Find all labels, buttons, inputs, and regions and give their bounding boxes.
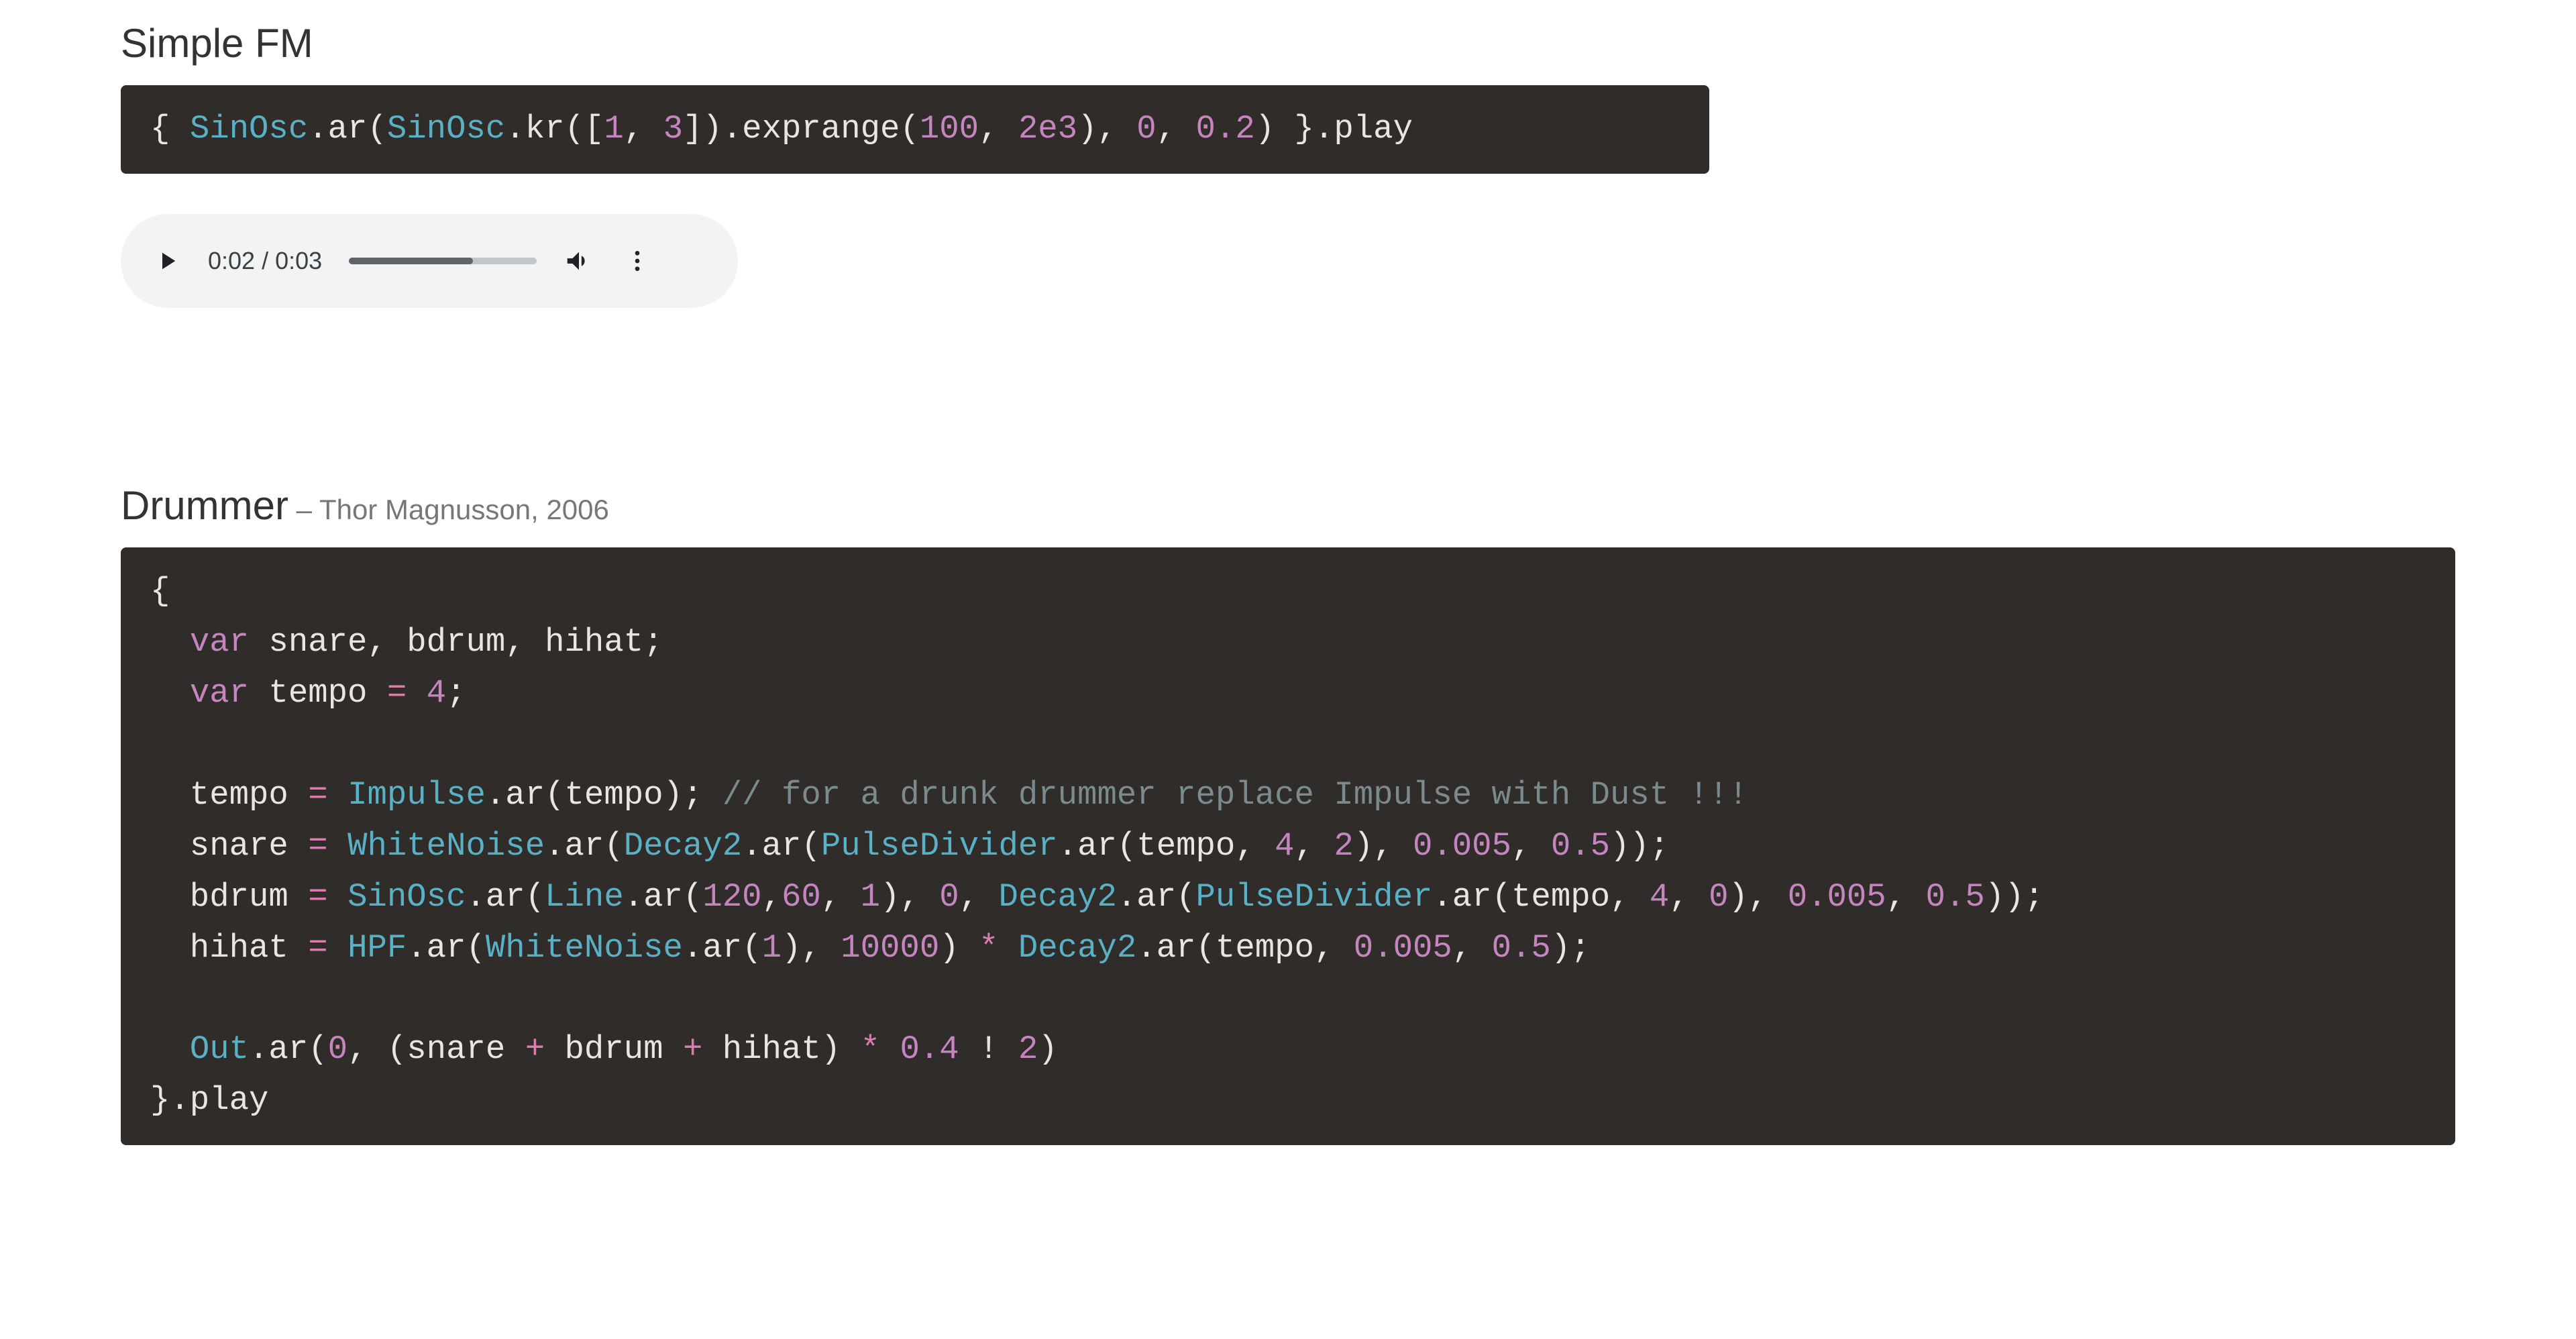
audio-time: 0:02 / 0:03 — [208, 247, 322, 275]
audio-progress-track[interactable] — [349, 258, 537, 264]
audio-progress-fill — [349, 258, 473, 264]
volume-icon — [564, 246, 594, 276]
page: Simple FM { SinOsc.ar(SinOsc.kr([1, 3]).… — [0, 0, 2576, 1339]
title-text: Drummer — [121, 483, 288, 528]
subtitle-text: – Thor Magnusson, 2006 — [288, 494, 609, 525]
current-time: 0:02 — [208, 247, 255, 274]
audio-player[interactable]: 0:02 / 0:03 — [121, 214, 738, 308]
section-title-simple-fm: Simple FM — [121, 20, 2455, 66]
play-button[interactable] — [153, 247, 181, 275]
audio-menu-button[interactable] — [624, 248, 651, 274]
total-time: 0:03 — [275, 247, 322, 274]
section-title-drummer: Drummer – Thor Magnusson, 2006 — [121, 482, 2455, 529]
volume-button[interactable] — [564, 246, 594, 276]
time-sep: / — [255, 247, 275, 274]
code-block-simple-fm[interactable]: { SinOsc.ar(SinOsc.kr([1, 3]).exprange(1… — [121, 85, 1709, 174]
title-text: Simple FM — [121, 21, 313, 66]
play-icon — [153, 247, 181, 275]
code-block-drummer[interactable]: { var snare, bdrum, hihat; var tempo = 4… — [121, 547, 2455, 1145]
more-vert-icon — [624, 248, 651, 274]
